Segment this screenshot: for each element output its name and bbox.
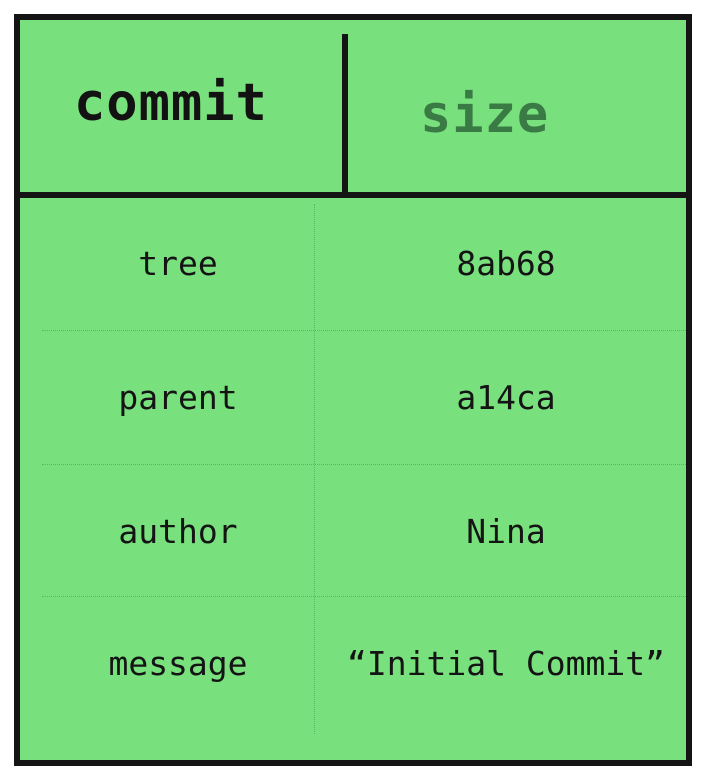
field-key: tree — [138, 244, 218, 283]
field-key: author — [118, 512, 238, 551]
field-row-message: message “Initial Commit” — [42, 598, 686, 730]
commit-object-card: commit size tree 8ab68 parent a14ca auth… — [14, 14, 692, 766]
object-type-label: commit — [74, 73, 268, 133]
field-key: message — [108, 644, 248, 683]
field-value: “Initial Commit” — [347, 644, 665, 683]
header-divider — [342, 34, 348, 196]
field-table: tree 8ab68 parent a14ca author Nina mess… — [20, 198, 686, 760]
field-row-parent: parent a14ca — [42, 332, 686, 464]
field-value: a14ca — [456, 378, 556, 417]
field-value: 8ab68 — [456, 244, 556, 283]
field-row-tree: tree 8ab68 — [42, 198, 686, 330]
row-separator — [42, 330, 686, 331]
field-key: parent — [118, 378, 238, 417]
field-row-author: author Nina — [42, 466, 686, 598]
object-header: commit size — [20, 20, 686, 198]
row-separator — [42, 464, 686, 465]
row-separator — [42, 596, 686, 597]
object-size-label: size — [420, 85, 550, 145]
field-value: Nina — [466, 512, 546, 551]
